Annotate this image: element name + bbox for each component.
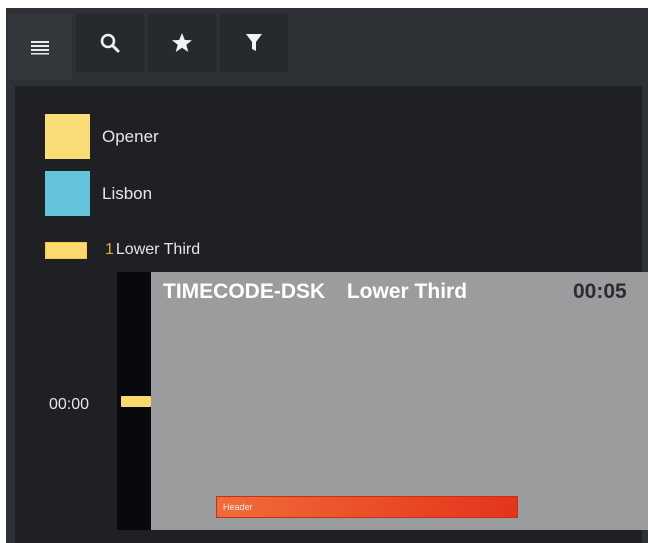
timeline-marker[interactable] [121,396,151,407]
tab-search[interactable] [76,14,144,72]
color-swatch [45,114,90,159]
preview-panel[interactable]: TIMECODE-DSK Lower Third 00:05 Header [151,272,648,530]
tab-filter[interactable] [220,14,288,72]
lower-third-row[interactable]: 1 Lower Third [45,241,200,259]
menu-icon [29,39,51,55]
preview-duration: 00:05 [573,280,627,303]
star-icon [170,31,194,55]
lower-third-chip [45,241,87,259]
lower-third-label: Lower Third [115,241,201,258]
legend-label: Opener [102,126,159,146]
legend-label: Lisbon [102,183,153,203]
timecode-start: 00:00 [49,396,90,413]
search-icon [98,31,122,55]
header-graphic-bar[interactable]: Header [216,496,518,518]
app-window: Opener Lisbon 1 Lower Third 00:00 TIMECO… [6,8,648,543]
preview-title: TIMECODE-DSK Lower Third [163,280,467,304]
main-panel: Opener Lisbon 1 Lower Third 00:00 TIMECO… [15,86,648,543]
tab-favorites[interactable] [148,14,216,72]
preview-item-title: Lower Third [346,280,468,303]
preview-channel: TIMECODE-DSK [163,280,326,303]
legend-item-lisbon[interactable]: Lisbon [45,171,152,216]
lower-third-number: 1 [105,241,114,258]
legend-item-opener[interactable]: Opener [45,114,159,159]
header-label: Header [223,502,253,512]
timeline-strip[interactable] [117,272,151,530]
tab-menu[interactable] [8,14,72,80]
color-swatch [45,171,90,216]
filter-icon [243,31,265,55]
